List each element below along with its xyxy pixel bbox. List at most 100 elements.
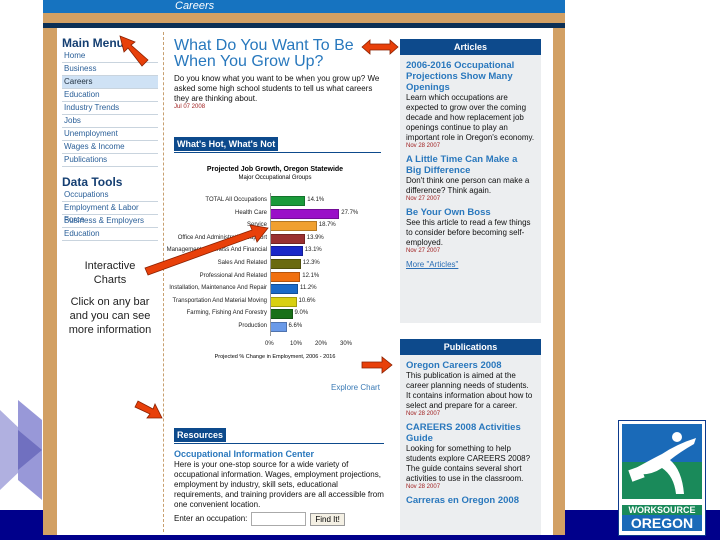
bar-category-label: Service <box>246 222 267 229</box>
bar-category-label: Management, Business And Financial <box>166 247 267 254</box>
publications-box: Publications Oregon Careers 2008 This pub… <box>400 339 541 535</box>
bar-category-label: Professional And Related <box>199 272 267 279</box>
publication-text: This publication is aimed at the career … <box>406 371 533 410</box>
sidebar-item-jobs[interactable]: Jobs <box>62 115 158 128</box>
article-text: Don't think one person can make a differ… <box>406 176 530 195</box>
bar-category-label: Farming, Fishing And Forestry <box>186 310 267 317</box>
resources-title: Resources <box>174 428 227 442</box>
article-title[interactable]: Be Your Own Boss <box>406 207 535 218</box>
bar-category-label: Health Care <box>234 209 267 216</box>
runner-logo-icon <box>622 424 702 499</box>
column-separator <box>163 32 164 532</box>
publication-title[interactable]: Carreras en Oregon 2008 <box>406 495 535 506</box>
chart-bar[interactable] <box>270 233 305 244</box>
page-title: What Do You Want To Be When You Grow Up? <box>174 37 354 70</box>
chart-bar[interactable] <box>270 196 306 206</box>
chart-bar[interactable] <box>270 271 301 282</box>
bar-category-label: Office And Administrative Support <box>177 234 267 241</box>
hot-section-title: What's Hot, What's Not <box>174 137 279 151</box>
chart-subtitle: Major Occupational Groups <box>238 175 312 181</box>
x-tick-label: 30% <box>340 340 353 347</box>
x-tick-label: 0% <box>265 340 274 347</box>
publication-date: Nov 28 2007 <box>406 411 441 417</box>
chart-bar[interactable] <box>270 296 297 307</box>
resources-section: Resources Occupational Information Cente… <box>174 425 384 526</box>
bar-value-label: 10.6% <box>298 297 316 304</box>
chart-bar[interactable] <box>270 284 298 295</box>
x-tick-label: 10% <box>290 340 303 347</box>
occupation-input[interactable] <box>251 512 307 526</box>
publication-title[interactable]: Oregon Careers 2008 <box>406 360 535 371</box>
bar-value-label: 13.9% <box>306 234 324 241</box>
oic-title[interactable]: Occupational Information Center <box>174 449 384 460</box>
sidebar-item-unemployment[interactable]: Unemployment <box>62 128 158 141</box>
sidebar: Main Menu Home Business Careers Education In… <box>62 36 158 337</box>
sidebar-item-business[interactable]: Business <box>62 63 158 76</box>
chart-bar[interactable] <box>270 259 301 269</box>
bar-category-label: Sales And Related <box>217 260 267 266</box>
oic-text: Here is your one-stop source for a wide … <box>174 460 384 509</box>
article-text: See this article to read a few things to… <box>406 218 531 247</box>
bar-value-label: 18.7% <box>318 222 336 229</box>
article-title[interactable]: 2006-2016 Occupational Projections Show … <box>406 60 535 93</box>
sidebar-item-industry-trends[interactable]: Industry Trends <box>62 102 158 115</box>
slide-triangles-decoration <box>0 400 42 500</box>
chart-title: Projected Job Growth, Oregon Statewide <box>206 166 344 173</box>
sidebar-item-wages-income[interactable]: Wages & Income <box>62 141 158 154</box>
bar-category-label: Production <box>238 323 267 329</box>
article-date: Nov 27 2007 <box>406 196 441 202</box>
publication-date: Nov 28 2007 <box>406 484 441 490</box>
intro-text: Do you know what you want to be when you… <box>174 74 380 103</box>
chart-bar[interactable] <box>270 246 303 257</box>
worksource-oregon-logo: WORKSOURCE OREGON <box>618 420 706 536</box>
bar-value-label: 27.7% <box>341 209 359 216</box>
find-it-button[interactable]: Find It! <box>310 512 345 526</box>
job-growth-chart: Projected Job Growth, Oregon Statewide M… <box>167 166 390 396</box>
logo-line2: OREGON <box>622 515 702 531</box>
logo-line1: WORKSOURCE <box>622 505 702 515</box>
main-menu: Home Business Careers Education Industry Tre… <box>62 50 158 167</box>
main-column: What Do You Want To Be When You Grow Up?… <box>174 38 389 153</box>
annotation-title: Interactive Charts <box>84 260 136 286</box>
bar-category-label: TOTAL All Occupations <box>205 197 267 203</box>
publication-title[interactable]: CAREERS 2008 Activities Guide <box>406 422 535 444</box>
bar-value-label: 12.3% <box>302 260 320 266</box>
sidebar-item-publications[interactable]: Publications <box>62 154 158 167</box>
sidebar-item-home[interactable]: Home <box>62 50 158 63</box>
section-header: Careers <box>43 0 565 13</box>
annotation-body: Click on any bar and you can see more in… <box>68 296 152 336</box>
data-tools-title: Data Tools <box>62 175 123 189</box>
sidebar-item-education[interactable]: Education <box>62 89 158 102</box>
chart-bar[interactable] <box>270 221 317 232</box>
data-tools-item-employment-labor-force[interactable]: Employment & Labor Force <box>62 202 158 224</box>
data-tools-item-occupations[interactable]: Occupations <box>62 189 158 202</box>
page-content: Main Menu Home Business Careers Education In… <box>57 28 553 535</box>
article-text: Learn which occupations are expected to … <box>406 93 535 142</box>
sidebar-item-careers[interactable]: Careers <box>62 76 158 89</box>
data-tools-menu: Occupations Employment & Labor Force Busin… <box>62 189 158 241</box>
publications-title: Publications <box>400 339 541 355</box>
bar-value-label: 13.1% <box>304 247 322 254</box>
bar-category-label: Installation, Maintenance And Repair <box>169 285 267 292</box>
article-title[interactable]: A Little Time Can Make a Big Difference <box>406 154 535 176</box>
x-tick-label: 20% <box>315 340 328 347</box>
x-axis <box>270 193 271 336</box>
bar-value-label: 14.1% <box>307 197 325 203</box>
more-articles-link[interactable]: More "Articles" <box>400 254 541 269</box>
article-date: Nov 28 2007 <box>406 143 441 149</box>
chart-xlabel: Projected % Change in Employment, 2006 -… <box>214 354 336 360</box>
chart-bar[interactable] <box>270 309 293 320</box>
bar-value-label: 9.0% <box>294 310 309 317</box>
website-screenshot: Careers Main Menu Home Business Careers Edu… <box>43 0 565 535</box>
chart-bar[interactable] <box>270 208 340 219</box>
intro-date: Jul 07 2008 <box>174 104 206 110</box>
main-menu-title: Main Menu <box>62 36 124 50</box>
explore-chart-link[interactable]: Explore Chart <box>331 383 380 392</box>
data-tools-item-business-employers[interactable]: Business & Employers <box>62 215 158 228</box>
bar-value-label: 6.6% <box>288 323 303 329</box>
articles-box: Articles 2006-2016 Occupational Projecti… <box>400 39 541 323</box>
data-tools-item-education[interactable]: Education <box>62 228 158 241</box>
chart-bar[interactable] <box>270 322 287 332</box>
bar-value-label: 12.1% <box>302 272 320 279</box>
publication-text: Looking for something to help students e… <box>406 444 531 483</box>
